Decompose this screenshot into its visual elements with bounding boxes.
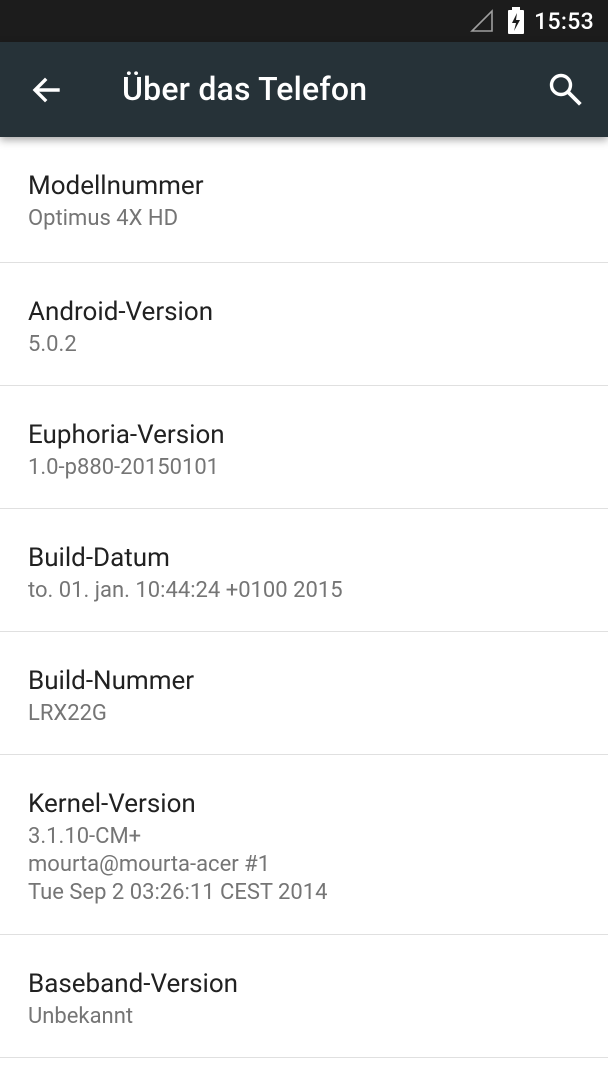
search-icon[interactable] xyxy=(548,72,582,106)
item-title: Build-Datum xyxy=(28,543,170,573)
item-title: Android-Version xyxy=(28,297,214,327)
item-summary: LRX22G xyxy=(28,701,107,726)
settings-list: Modellnummer Optimus 4X HD Android-Versi… xyxy=(0,137,608,1058)
item-title: Baseband-Version xyxy=(28,969,239,999)
item-summary: 1.0-p880-20150101 xyxy=(28,455,220,480)
signal-icon xyxy=(470,9,494,37)
item-summary: Unbekannt xyxy=(28,1004,134,1029)
item-title: Build-Nummer xyxy=(28,666,195,696)
status-time: 15:53 xyxy=(534,8,594,35)
item-title: Euphoria-Version xyxy=(28,420,225,450)
list-item-android-version[interactable]: Android-Version 5.0.2 xyxy=(0,263,608,386)
list-item-euphoria-version[interactable]: Euphoria-Version 1.0-p880-20150101 xyxy=(0,386,608,509)
status-bar: 15:53 xyxy=(0,0,608,42)
list-item-kernel-version[interactable]: Kernel-Version 3.1.10-CM+ mourta@mourta-… xyxy=(0,755,608,935)
list-item-build-datum[interactable]: Build-Datum to. 01. jan. 10:44:24 +0100 … xyxy=(0,509,608,632)
list-item-baseband-version[interactable]: Baseband-Version Unbekannt xyxy=(0,935,608,1058)
item-title: Kernel-Version xyxy=(28,789,196,819)
app-bar: Über das Telefon xyxy=(0,42,608,137)
item-title: Modellnummer xyxy=(28,171,204,201)
list-item-modellnummer[interactable]: Modellnummer Optimus 4X HD xyxy=(0,137,608,263)
list-item-build-nummer[interactable]: Build-Nummer LRX22G xyxy=(0,632,608,755)
battery-charging-icon xyxy=(507,7,525,39)
arrow-back-icon[interactable] xyxy=(30,74,62,106)
item-summary: 5.0.2 xyxy=(28,332,77,357)
item-summary: Optimus 4X HD xyxy=(28,206,179,231)
item-summary: to. 01. jan. 10:44:24 +0100 2015 xyxy=(28,578,343,603)
page-title: Über das Telefon xyxy=(122,70,368,108)
item-summary: 3.1.10-CM+ mourta@mourta-acer #1 Tue Sep… xyxy=(28,824,328,905)
